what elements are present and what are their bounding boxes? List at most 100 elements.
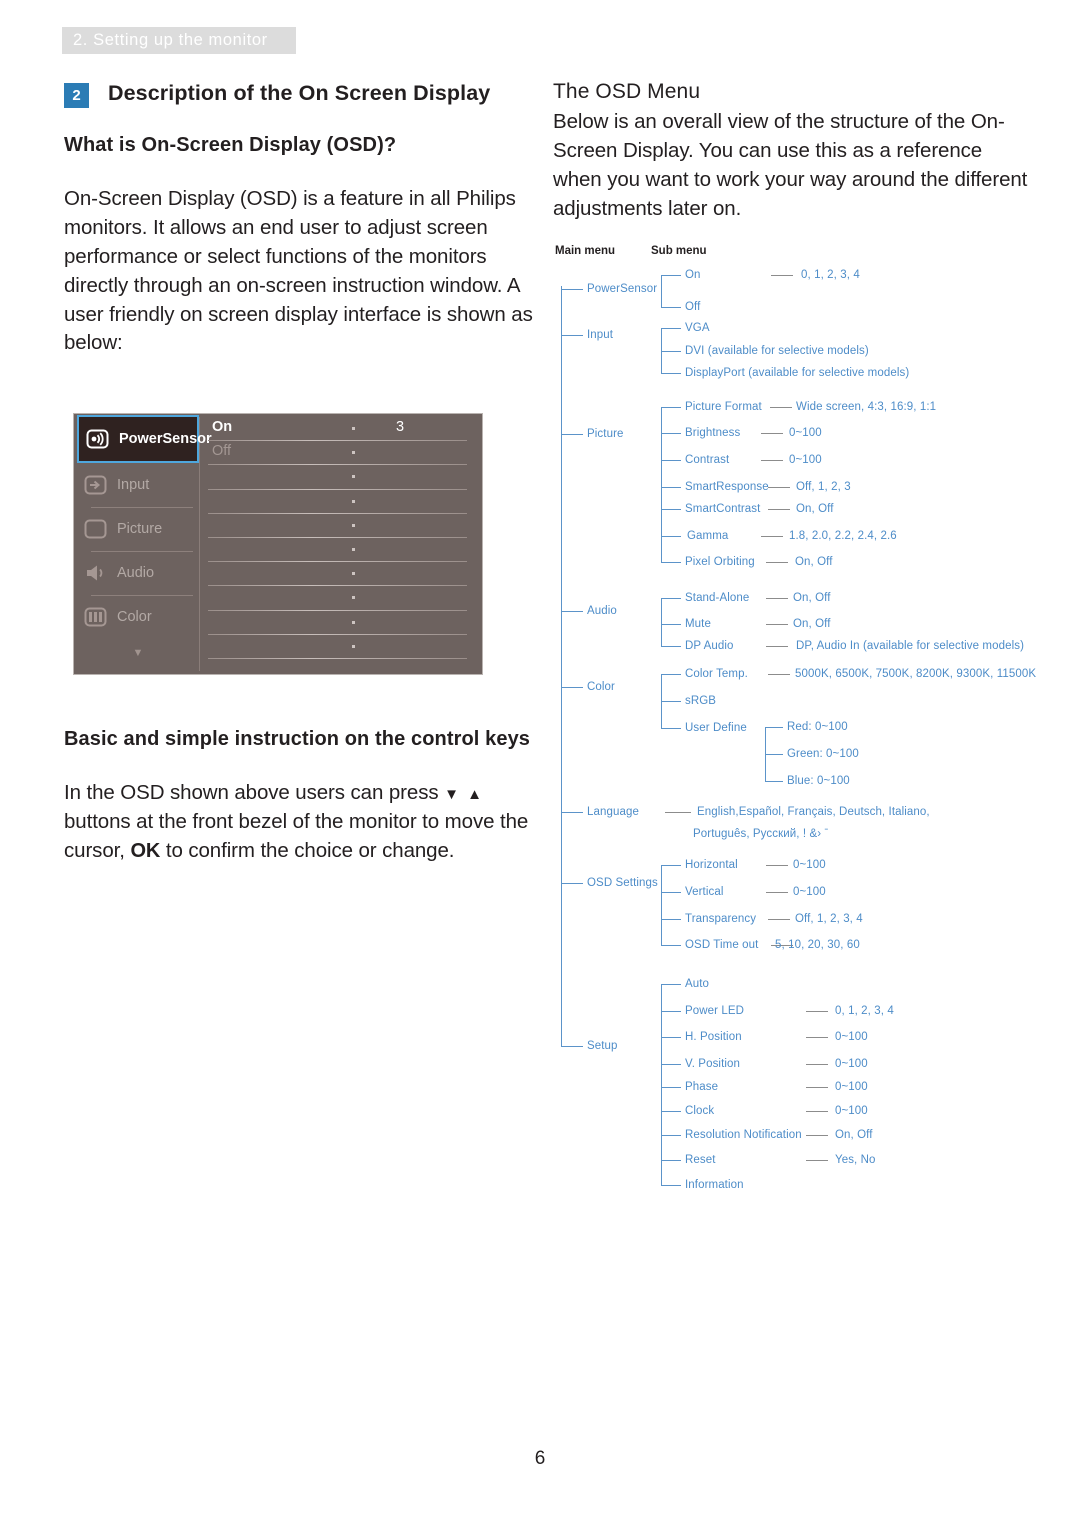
osd-submenu-label: On (212, 419, 233, 435)
tree-sub-spine (661, 598, 663, 646)
tree-branch-line (661, 509, 681, 511)
osd-menu-item-input[interactable]: Input (77, 463, 199, 507)
tree-sub-smartresponse: SmartResponse (685, 481, 769, 493)
tree-header-sub-menu: Sub menu (651, 245, 707, 257)
tree-value-line (806, 1160, 828, 1162)
osd-menu-item-color[interactable]: Color (77, 595, 199, 639)
tree-branch-line (661, 275, 681, 277)
tree-value-phase: 0~100 (835, 1081, 868, 1093)
tree-sub-information: Information (685, 1179, 744, 1191)
input-icon (77, 474, 117, 496)
tree-value-v-position: 0~100 (835, 1058, 868, 1070)
tree-value-contrast: 0~100 (789, 454, 822, 466)
tree-branch-line (661, 307, 681, 309)
tree-header-main-menu: Main menu (555, 245, 616, 257)
tree-sub-contrast: Contrast (685, 454, 730, 466)
tree-sub-v-position: V. Position (685, 1058, 741, 1070)
tree-sub-osd-time-out: OSD Time out (685, 939, 759, 951)
osd-submenu-row[interactable]: Off (200, 441, 479, 466)
tree-value-line (770, 407, 792, 409)
audio-icon (77, 562, 117, 584)
tree-branch-line (661, 624, 681, 626)
osd-menu-item-picture[interactable]: Picture (77, 507, 199, 551)
tree-branch-line (661, 865, 681, 867)
osd-submenu-row[interactable] (200, 562, 479, 587)
tree-sub-spine (661, 407, 663, 562)
tree-branch-line (661, 1135, 681, 1137)
tree-sub-dp-audio: DP Audio (685, 640, 734, 652)
tree-branch-line (561, 687, 583, 689)
tree-value-resolution-notification: On, Off (835, 1129, 873, 1141)
ok-key-label: OK (130, 839, 161, 862)
tree-branch-line (661, 536, 681, 538)
tree-value-brightness: 0~100 (789, 427, 822, 439)
tree-main-powersensor: PowerSensor (587, 283, 658, 295)
tree-sub-mute: Mute (685, 618, 711, 630)
tree-sub-spine (661, 984, 663, 1185)
tree-sub-color-temp: Color Temp. (685, 668, 748, 680)
tree-value-line (766, 598, 788, 600)
tree-branch-line (661, 433, 681, 435)
osd-submenu-row[interactable] (200, 538, 479, 563)
osd-submenu-row[interactable]: On 3 (200, 417, 479, 442)
tree-value-line (766, 624, 788, 626)
osd-submenu-row[interactable] (200, 465, 479, 490)
tree-value-line (665, 812, 691, 814)
tree-sub-stand-alone: Stand-Alone (685, 592, 750, 604)
tree-sub-gamma: Gamma (687, 530, 729, 542)
tree-value-line (768, 674, 790, 676)
tree-branch-line (661, 892, 681, 894)
tree-sub-input-dvi: DVI (available for selective models) (685, 345, 869, 357)
osd-menu-label: Input (117, 477, 150, 493)
osd-submenu-bullet (352, 547, 355, 551)
tree-branch-line (765, 754, 783, 756)
tree-sub-auto: Auto (685, 978, 710, 990)
osd-menu-tree-diagram: Main menu Sub menu PowerSensor On 0, 1, … (553, 240, 1053, 1200)
tree-sub-picture-format: Picture Format (685, 401, 762, 413)
osd-submenu-row[interactable] (200, 490, 479, 514)
updown-arrow-icons: ▼ ▲ (444, 786, 484, 803)
tree-branch-line (661, 562, 681, 564)
osd-menu-item-powersensor[interactable]: PowerSensor (77, 415, 212, 463)
osd-submenu-row[interactable] (200, 586, 479, 611)
osd-menu-item-audio[interactable]: Audio (77, 551, 199, 595)
left-column: 2 Description of the On Screen Display W… (64, 80, 534, 358)
tree-value-line (806, 1011, 828, 1013)
osd-submenu-bullet (352, 523, 355, 527)
tree-value-line (766, 892, 788, 894)
tree-value-line (768, 509, 790, 511)
osd-sub-menu-panel: On 3 Off (200, 417, 479, 671)
tree-value-color-temp: 5000K, 6500K, 7500K, 8200K, 9300K, 11500… (795, 668, 1037, 680)
osd-scroll-down-caret[interactable]: ▼ (77, 647, 199, 659)
tree-value-line (771, 275, 793, 277)
tree-sub-power-led: Power LED (685, 1005, 745, 1017)
osd-submenu-row[interactable] (200, 635, 479, 660)
tree-branch-line (765, 727, 783, 729)
osd-submenu-row[interactable] (200, 514, 479, 539)
paragraph-text-part3: to confirm the choice or change. (165, 838, 455, 862)
osd-submenu-row[interactable] (200, 611, 479, 635)
tree-sub-reset: Reset (685, 1154, 716, 1166)
osd-submenu-bullet (352, 596, 355, 600)
tree-sub-vertical: Vertical (685, 886, 724, 898)
tree-branch-line (661, 646, 681, 648)
tree-value-h-position: 0~100 (835, 1031, 868, 1043)
paragraph-osd-description: On-Screen Display (OSD) is a feature in … (64, 187, 533, 355)
tree-sub-h-position: H. Position (685, 1031, 742, 1043)
tree-value-line (768, 919, 790, 921)
tree-value-user-define-green: Green: 0~100 (787, 748, 859, 760)
tree-branch-line (661, 728, 681, 730)
tree-value-line (806, 1087, 828, 1089)
tree-sub-transparency: Transparency (685, 913, 757, 925)
tree-value-line (806, 1064, 828, 1066)
tree-main-language: Language (587, 806, 639, 818)
tree-value-gamma: 1.8, 2.0, 2.2, 2.4, 2.6 (789, 530, 897, 542)
tree-branch-line (661, 487, 681, 489)
tree-value-line (766, 865, 788, 867)
tree-branch-line (661, 1087, 681, 1089)
tree-branch-line (561, 434, 583, 436)
tree-value-mute: On, Off (793, 618, 831, 630)
osd-submenu-label: Off (212, 443, 232, 460)
tree-value-line (806, 1135, 828, 1137)
osd-submenu-value: 3 (396, 419, 405, 435)
